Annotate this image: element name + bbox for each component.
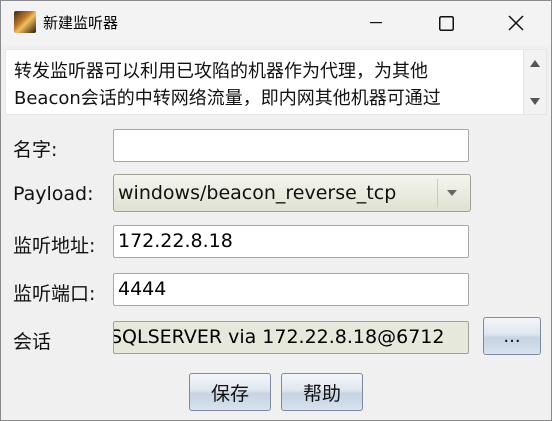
save-button[interactable]: 保存: [189, 373, 271, 411]
scroll-down-icon: [530, 97, 540, 105]
listen-port-label: 监听端口:: [13, 283, 96, 305]
scroll-down-button[interactable]: [524, 90, 546, 112]
description-text: 转发监听器可以利用已攻陷的机器作为代理，为其他 Beacon会话的中转网络流量，…: [14, 61, 441, 109]
title-bar[interactable]: 新建监听器: [1, 1, 551, 45]
listen-address-label: 监听地址:: [13, 235, 96, 257]
maximize-icon: [438, 15, 454, 31]
session-browse-button[interactable]: ...: [483, 317, 541, 355]
help-button[interactable]: 帮助: [281, 373, 363, 411]
payload-label: Payload:: [13, 183, 94, 205]
close-button[interactable]: [481, 1, 551, 45]
app-icon: [14, 11, 36, 33]
payload-select[interactable]: windows/beacon_reverse_tcp: [113, 174, 471, 212]
scroll-up-button[interactable]: [524, 52, 546, 74]
payload-dropdown-button[interactable]: [437, 179, 466, 207]
close-icon: [508, 15, 524, 31]
maximize-button[interactable]: [411, 1, 481, 45]
listen-address-input[interactable]: 172.22.8.18: [113, 225, 469, 258]
minimize-icon: [370, 22, 382, 24]
scroll-up-icon: [530, 59, 540, 67]
session-field: SQLSERVER via 172.22.8.18@6712: [113, 321, 469, 354]
minimize-button[interactable]: [341, 1, 411, 45]
window-title: 新建监听器: [43, 14, 119, 32]
description-scrollbar[interactable]: [523, 50, 546, 114]
name-input[interactable]: [113, 129, 469, 162]
payload-select-value: windows/beacon_reverse_tcp: [118, 182, 397, 204]
session-label: 会话: [13, 331, 52, 353]
listen-port-input[interactable]: 4444: [113, 273, 469, 306]
name-label: 名字:: [13, 139, 58, 161]
chevron-down-icon: [447, 190, 457, 196]
new-listener-dialog: 新建监听器 转发监听器可以利用已攻陷的机器作为代理，为其他 Beacon会话的中…: [0, 0, 552, 421]
description-box[interactable]: 转发监听器可以利用已攻陷的机器作为代理，为其他 Beacon会话的中转网络流量，…: [5, 49, 547, 115]
